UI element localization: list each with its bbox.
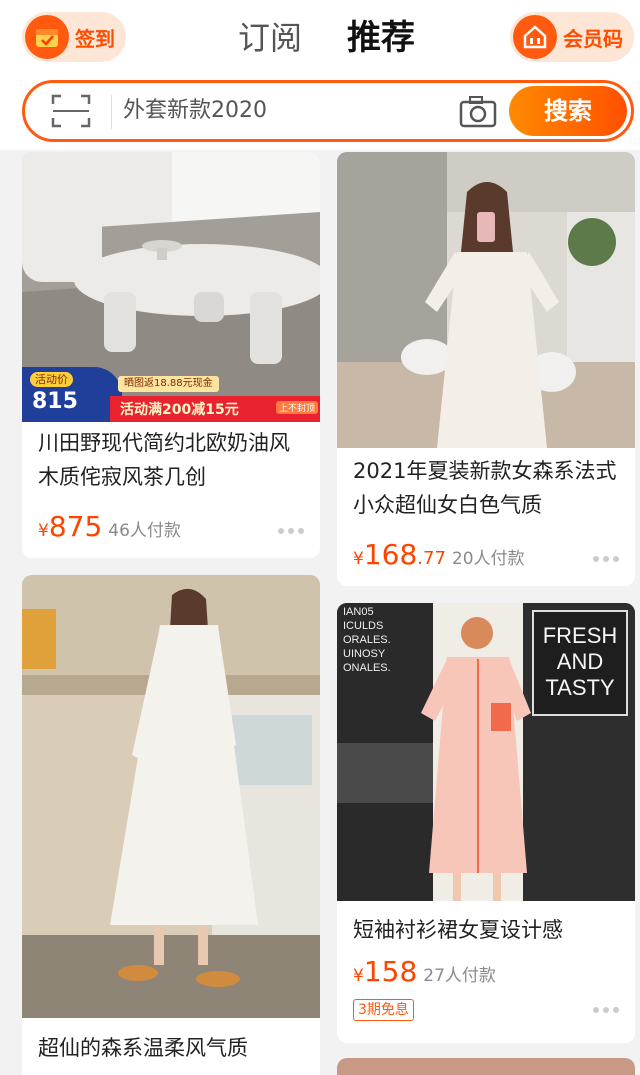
more-icon[interactable]	[593, 1007, 619, 1013]
price-row: ¥ 168 .77 20人付款	[353, 538, 525, 571]
tab-recommend[interactable]: 推荐	[347, 14, 415, 62]
wall-line-5: ONALES.	[343, 662, 391, 674]
promo-price-badge: 活动价 815	[22, 367, 122, 422]
tab-subscribe[interactable]: 订阅	[238, 14, 302, 62]
paid-count: 46人付款	[108, 521, 181, 541]
product-title[interactable]: 2021年夏装新款女森系法式小众超仙女白色气质	[353, 454, 625, 522]
price-value: 168	[363, 538, 418, 571]
product-card-table[interactable]: 活动价 815 晒图返18.88元现金 活动满200减15元 上不封顶 川田野现…	[22, 152, 320, 558]
checkin-label: 签到	[75, 26, 115, 51]
product-image-pink-dress[interactable]: FRESH AND TASTY IAN05 ICULDS ORALES. UIN…	[337, 603, 635, 901]
price-currency: ¥	[353, 966, 364, 986]
scan-icon[interactable]	[51, 94, 91, 132]
member-code-label: 会员码	[563, 26, 623, 51]
product-image-white-dress[interactable]	[337, 152, 635, 448]
sign-word-3: TASTY	[545, 675, 615, 700]
promo-bar-badge: 上不封顶	[275, 401, 318, 414]
search-divider	[111, 95, 112, 129]
price-currency: ¥	[353, 549, 364, 569]
paid-count: 20人付款	[451, 549, 525, 569]
price-decimal: .77	[417, 548, 446, 569]
product-card-peek[interactable]	[337, 1058, 635, 1075]
promo-price: 815	[32, 389, 78, 414]
promo-bar-text: 活动满200减15元	[120, 402, 239, 418]
wall-line-2: ICULDS	[343, 620, 383, 632]
paid-count: 27人付款	[423, 966, 496, 986]
installment-badge: 3期免息	[353, 999, 414, 1021]
price-currency: ¥	[38, 521, 49, 541]
camera-icon[interactable]	[459, 96, 497, 132]
price-row: ¥ 875 46人付款	[38, 510, 181, 543]
product-image-long-dress[interactable]	[22, 575, 320, 1018]
price-value: 875	[48, 510, 103, 543]
search-input[interactable]: 外套新款2020	[123, 83, 267, 139]
product-title[interactable]: 川田野现代简约北欧奶油风木质侘寂风茶几创	[38, 426, 310, 494]
promo-tag: 活动价	[30, 372, 73, 387]
wall-line-4: UINOSY	[343, 648, 386, 660]
promo-note: 晒图返18.88元现金	[118, 376, 219, 392]
price-value: 158	[363, 955, 418, 988]
sign-word-2: AND	[557, 649, 603, 674]
wall-line-1: IAN05	[343, 606, 374, 618]
search-bar[interactable]: 外套新款2020 搜索	[22, 80, 634, 142]
top-header: 签到 订阅 推荐 会员码 外套新款2020 搜索	[0, 0, 640, 150]
member-code-icon	[513, 15, 557, 59]
more-icon[interactable]	[593, 556, 619, 562]
promo-bar: 活动满200减15元 上不封顶	[110, 396, 320, 422]
sign-word-1: FRESH	[543, 623, 618, 648]
checkin-button[interactable]: 签到	[22, 12, 126, 62]
checkin-icon	[25, 15, 69, 59]
search-button[interactable]: 搜索	[509, 86, 627, 136]
product-card-long-dress[interactable]: 超仙的森系温柔风气质	[22, 575, 320, 1075]
member-code-button[interactable]: 会员码	[510, 12, 634, 62]
wall-line-3: ORALES.	[343, 634, 391, 646]
product-card-white-dress[interactable]: 2021年夏装新款女森系法式小众超仙女白色气质 ¥ 168 .77 20人付款	[337, 152, 635, 586]
product-card-pink-dress[interactable]: FRESH AND TASTY IAN05 ICULDS ORALES. UIN…	[337, 603, 635, 1043]
product-title[interactable]: 短袖衬衫裙女夏设计感	[353, 913, 625, 947]
product-title[interactable]: 超仙的森系温柔风气质	[38, 1031, 310, 1065]
more-icon[interactable]	[278, 528, 304, 534]
price-row: ¥ 158 27人付款	[353, 955, 496, 988]
